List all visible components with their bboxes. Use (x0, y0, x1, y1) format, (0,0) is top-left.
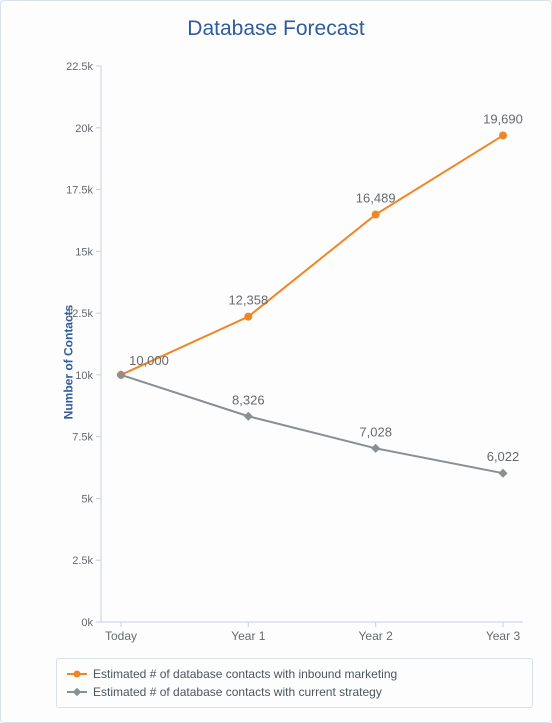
svg-text:19,690: 19,690 (483, 111, 523, 126)
plot-area: 0k 2.5k 5k 7.5k 10k 12.5k 15k 17.5k 20k 22.5k Toda… (56, 56, 533, 644)
svg-text:6,022: 6,022 (487, 449, 520, 464)
svg-text:10,000: 10,000 (129, 353, 169, 368)
svg-text:15k: 15k (75, 246, 93, 258)
legend-swatch-inbound (67, 668, 87, 680)
chart-card: Database Forecast Number of Contacts 0k2… (0, 0, 552, 723)
chart-title: Database Forecast (1, 17, 551, 41)
svg-text:Year 3: Year 3 (486, 629, 521, 643)
svg-text:5k: 5k (81, 493, 93, 505)
svg-text:2.5k: 2.5k (72, 555, 93, 567)
svg-text:Today: Today (105, 629, 137, 643)
legend-label-current: Estimated # of database contacts with cu… (93, 683, 382, 701)
svg-text:Year 2: Year 2 (359, 629, 394, 643)
legend-swatch-current (67, 686, 87, 698)
chart-svg: 0k 2.5k 5k 7.5k 10k 12.5k 15k 17.5k 20k 22.5k Toda… (56, 56, 533, 644)
svg-text:17.5k: 17.5k (66, 185, 93, 197)
legend-item-current: Estimated # of database contacts with cu… (67, 683, 522, 701)
svg-text:22.5k: 22.5k (66, 61, 93, 73)
svg-text:16,489: 16,489 (356, 191, 396, 206)
legend-label-inbound: Estimated # of database contacts with in… (93, 665, 397, 683)
svg-text:10k: 10k (75, 370, 93, 382)
svg-text:0k: 0k (81, 617, 93, 629)
svg-text:7,028: 7,028 (359, 424, 392, 439)
legend-item-inbound: Estimated # of database contacts with in… (67, 665, 522, 683)
svg-text:8,326: 8,326 (232, 392, 265, 407)
svg-text:Year 1: Year 1 (231, 629, 266, 643)
svg-text:7.5k: 7.5k (72, 432, 93, 444)
svg-text:20k: 20k (75, 123, 93, 135)
svg-text:12,358: 12,358 (228, 293, 268, 308)
svg-text:12.5k: 12.5k (66, 308, 93, 320)
legend: Estimated # of database contacts with in… (56, 658, 533, 708)
